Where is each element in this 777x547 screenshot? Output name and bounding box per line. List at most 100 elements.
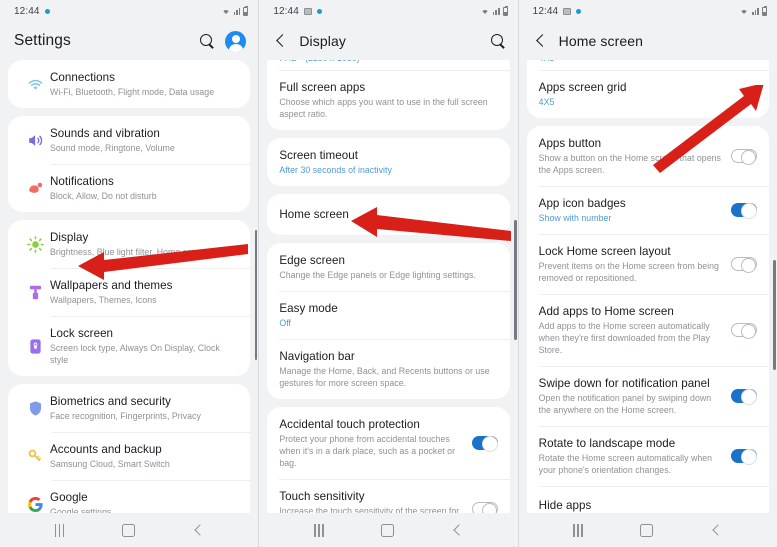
recents-button[interactable]	[54, 523, 65, 537]
navigation-bar	[259, 513, 518, 547]
list-item-title: Add apps to Home screen	[538, 305, 674, 318]
list-item-wallpapers-and-themes[interactable]: Wallpapers and themes Wallpapers, Themes…	[8, 268, 251, 316]
settings-group: Biometrics and security Face recognition…	[8, 384, 251, 513]
list-item-edge-screen[interactable]: Edge screen Change the Edge panels or Ed…	[267, 243, 509, 291]
list-item-screen-resolution-clipped[interactable]: FHD+ (2280 x 1080)	[267, 60, 509, 70]
toggle-touch-sensitivity[interactable]	[471, 502, 498, 513]
list-item-home-screen-grid-clipped[interactable]: 4X5	[527, 60, 769, 70]
wifi-icon	[20, 75, 50, 94]
list-item-connections[interactable]: Connections Wi-Fi, Bluetooth, Flight mod…	[8, 60, 250, 108]
page-title: Settings	[14, 32, 71, 49]
app-bar-settings: Settings	[0, 22, 259, 60]
list-item-apps-button[interactable]: Apps button Show a button on the Home sc…	[527, 126, 769, 186]
search-icon[interactable]	[200, 33, 215, 49]
list-item-subtitle: Google settings	[50, 507, 112, 513]
toggle-add-apps-to-home-screen[interactable]	[730, 323, 757, 339]
dot-indicator-icon	[316, 8, 322, 14]
list-item-full-screen-apps[interactable]: Full screen apps Choose which apps you w…	[267, 70, 510, 130]
list-item-title: Apps screen grid	[538, 81, 627, 94]
list-item-swipe-down-for-notification-panel[interactable]: Swipe down for notification panel Open t…	[527, 366, 769, 426]
back-button[interactable]	[710, 524, 722, 536]
list-item-easy-mode[interactable]: Easy mode Off	[267, 291, 510, 339]
list-item-app-icon-badges[interactable]: App icon badges Show with number	[527, 186, 769, 234]
list-item-text: Apps screen grid 4X5	[539, 80, 757, 108]
list-item-notifications[interactable]: Notifications Block, Allow, Do not distu…	[8, 164, 251, 212]
list-item-lock-home-screen-layout[interactable]: Lock Home screen layout Prevent items on…	[527, 234, 769, 294]
list-item-add-apps-to-home-screen[interactable]: Add apps to Home screen Add apps to the …	[527, 294, 769, 366]
list-item-subtitle: Increase the touch sensitivity of the sc…	[279, 506, 460, 513]
list-item-text: Home screen	[279, 207, 497, 222]
scrollbar[interactable]	[254, 230, 258, 360]
notification-icon	[20, 179, 50, 198]
status-time: 12:44	[532, 5, 559, 17]
list-item-text: Accounts and backup Samsung Cloud, Smart…	[50, 442, 238, 470]
back-button[interactable]	[192, 524, 204, 536]
toggle-swipe-down-for-notification-panel[interactable]	[730, 389, 757, 405]
list-item-title: Navigation bar	[279, 350, 355, 363]
list-item-display[interactable]: Display Brightness, Blue light filter, H…	[8, 220, 250, 268]
list-item-sounds-and-vibration[interactable]: Sounds and vibration Sound mode, Rington…	[8, 116, 250, 164]
list-item-lock-screen[interactable]: Lock screen Screen lock type, Always On …	[8, 316, 251, 376]
list-item-home-screen[interactable]: Home screen	[267, 194, 509, 235]
back-button[interactable]	[451, 524, 463, 536]
list-item-text: Notifications Block, Allow, Do not distu…	[50, 174, 238, 202]
list-item-navigation-bar[interactable]: Navigation bar Manage the Home, Back, an…	[267, 339, 510, 399]
home-screen-settings-list[interactable]: 4X5 Apps screen grid 4X5 Apps button Sho…	[519, 60, 777, 513]
image-icon	[303, 7, 312, 15]
list-item-google[interactable]: Google Google settings	[8, 480, 251, 513]
list-item-subtitle: Add apps to the Home screen automaticall…	[538, 321, 710, 355]
list-item-subtitle: After 30 seconds of inactivity	[279, 165, 392, 175]
home-button[interactable]	[380, 523, 394, 537]
recents-button[interactable]	[573, 523, 584, 537]
navigation-bar	[518, 513, 777, 547]
list-item-biometrics-and-security[interactable]: Biometrics and security Face recognition…	[8, 384, 250, 432]
toggle-rotate-to-landscape-mode[interactable]	[730, 449, 757, 465]
list-item-subtitle: Wallpapers, Themes, Icons	[50, 295, 157, 305]
list-item-subtitle: Screen lock type, Always On Display, Clo…	[50, 343, 220, 365]
three-phone-screenshots: 12:44 Settings Connections Wi-Fi, Blueto…	[0, 0, 777, 547]
list-item-subtitle: Prevent items on the Home screen from be…	[538, 261, 719, 283]
toggle-apps-button[interactable]	[730, 149, 757, 165]
list-item-touch-sensitivity[interactable]: Touch sensitivity Increase the touch sen…	[267, 479, 510, 513]
list-item-title: Screen timeout	[279, 149, 359, 162]
settings-list[interactable]: Connections Wi-Fi, Bluetooth, Flight mod…	[0, 60, 258, 513]
status-bar-left: 12:44	[533, 6, 582, 17]
list-item-subtitle: Rotate the Home screen automatically whe…	[538, 453, 713, 475]
list-item-apps-screen-grid[interactable]: Apps screen grid 4X5	[527, 70, 769, 118]
status-bar: 12:44	[259, 0, 517, 22]
scrollbar[interactable]	[773, 260, 776, 370]
list-item-rotate-to-landscape-mode[interactable]: Rotate to landscape mode Rotate the Home…	[527, 426, 769, 486]
list-item-text: Screen timeout After 30 seconds of inact…	[279, 148, 497, 176]
list-item-accounts-and-backup[interactable]: Accounts and backup Samsung Cloud, Smart…	[8, 432, 251, 480]
app-bar-actions	[490, 33, 506, 49]
home-button[interactable]	[640, 523, 654, 537]
list-item-subtitle: Block, Allow, Do not disturb	[50, 191, 157, 201]
wallpaper-icon	[20, 283, 50, 302]
list-item-hide-apps[interactable]: Hide apps	[527, 486, 769, 513]
scrollbar[interactable]	[514, 220, 517, 340]
list-item-text: Apps button Show a button on the Home sc…	[539, 136, 731, 176]
home-button[interactable]	[121, 523, 135, 537]
search-icon[interactable]	[490, 33, 506, 49]
list-item-accidental-touch-protection[interactable]: Accidental touch protection Protect your…	[267, 407, 509, 479]
back-arrow-icon[interactable]	[273, 33, 289, 49]
list-item-screen-timeout[interactable]: Screen timeout After 30 seconds of inact…	[267, 138, 509, 186]
account-avatar[interactable]	[225, 30, 247, 52]
list-item-title: Display	[50, 231, 89, 244]
toggle-accidental-touch-protection[interactable]	[471, 436, 498, 452]
back-arrow-icon[interactable]	[533, 33, 549, 49]
toggle-lock-home-screen-layout[interactable]	[730, 257, 757, 273]
list-item-text: Full screen apps Choose which apps you w…	[279, 80, 497, 120]
toggle-app-icon-badges[interactable]	[730, 203, 757, 219]
recents-button[interactable]	[313, 523, 324, 537]
list-item-subtitle: FHD+ (2280 x 1080)	[279, 60, 491, 64]
list-item-title: Swipe down for notification panel	[538, 377, 710, 390]
list-item-subtitle: Protect your phone from accidental touch…	[279, 434, 456, 468]
list-item-text: Lock screen Screen lock type, Always On …	[50, 326, 238, 366]
settings-group-clipped: FHD+ (2280 x 1080) Full screen apps Choo…	[267, 60, 510, 130]
battery-icon	[761, 5, 767, 16]
list-item-text: Hide apps	[539, 498, 757, 513]
list-item-title: Touch sensitivity	[279, 490, 365, 503]
list-item-subtitle: Wi-Fi, Bluetooth, Flight mode, Data usag…	[50, 87, 215, 97]
display-settings-list[interactable]: FHD+ (2280 x 1080) Full screen apps Choo…	[259, 60, 517, 513]
